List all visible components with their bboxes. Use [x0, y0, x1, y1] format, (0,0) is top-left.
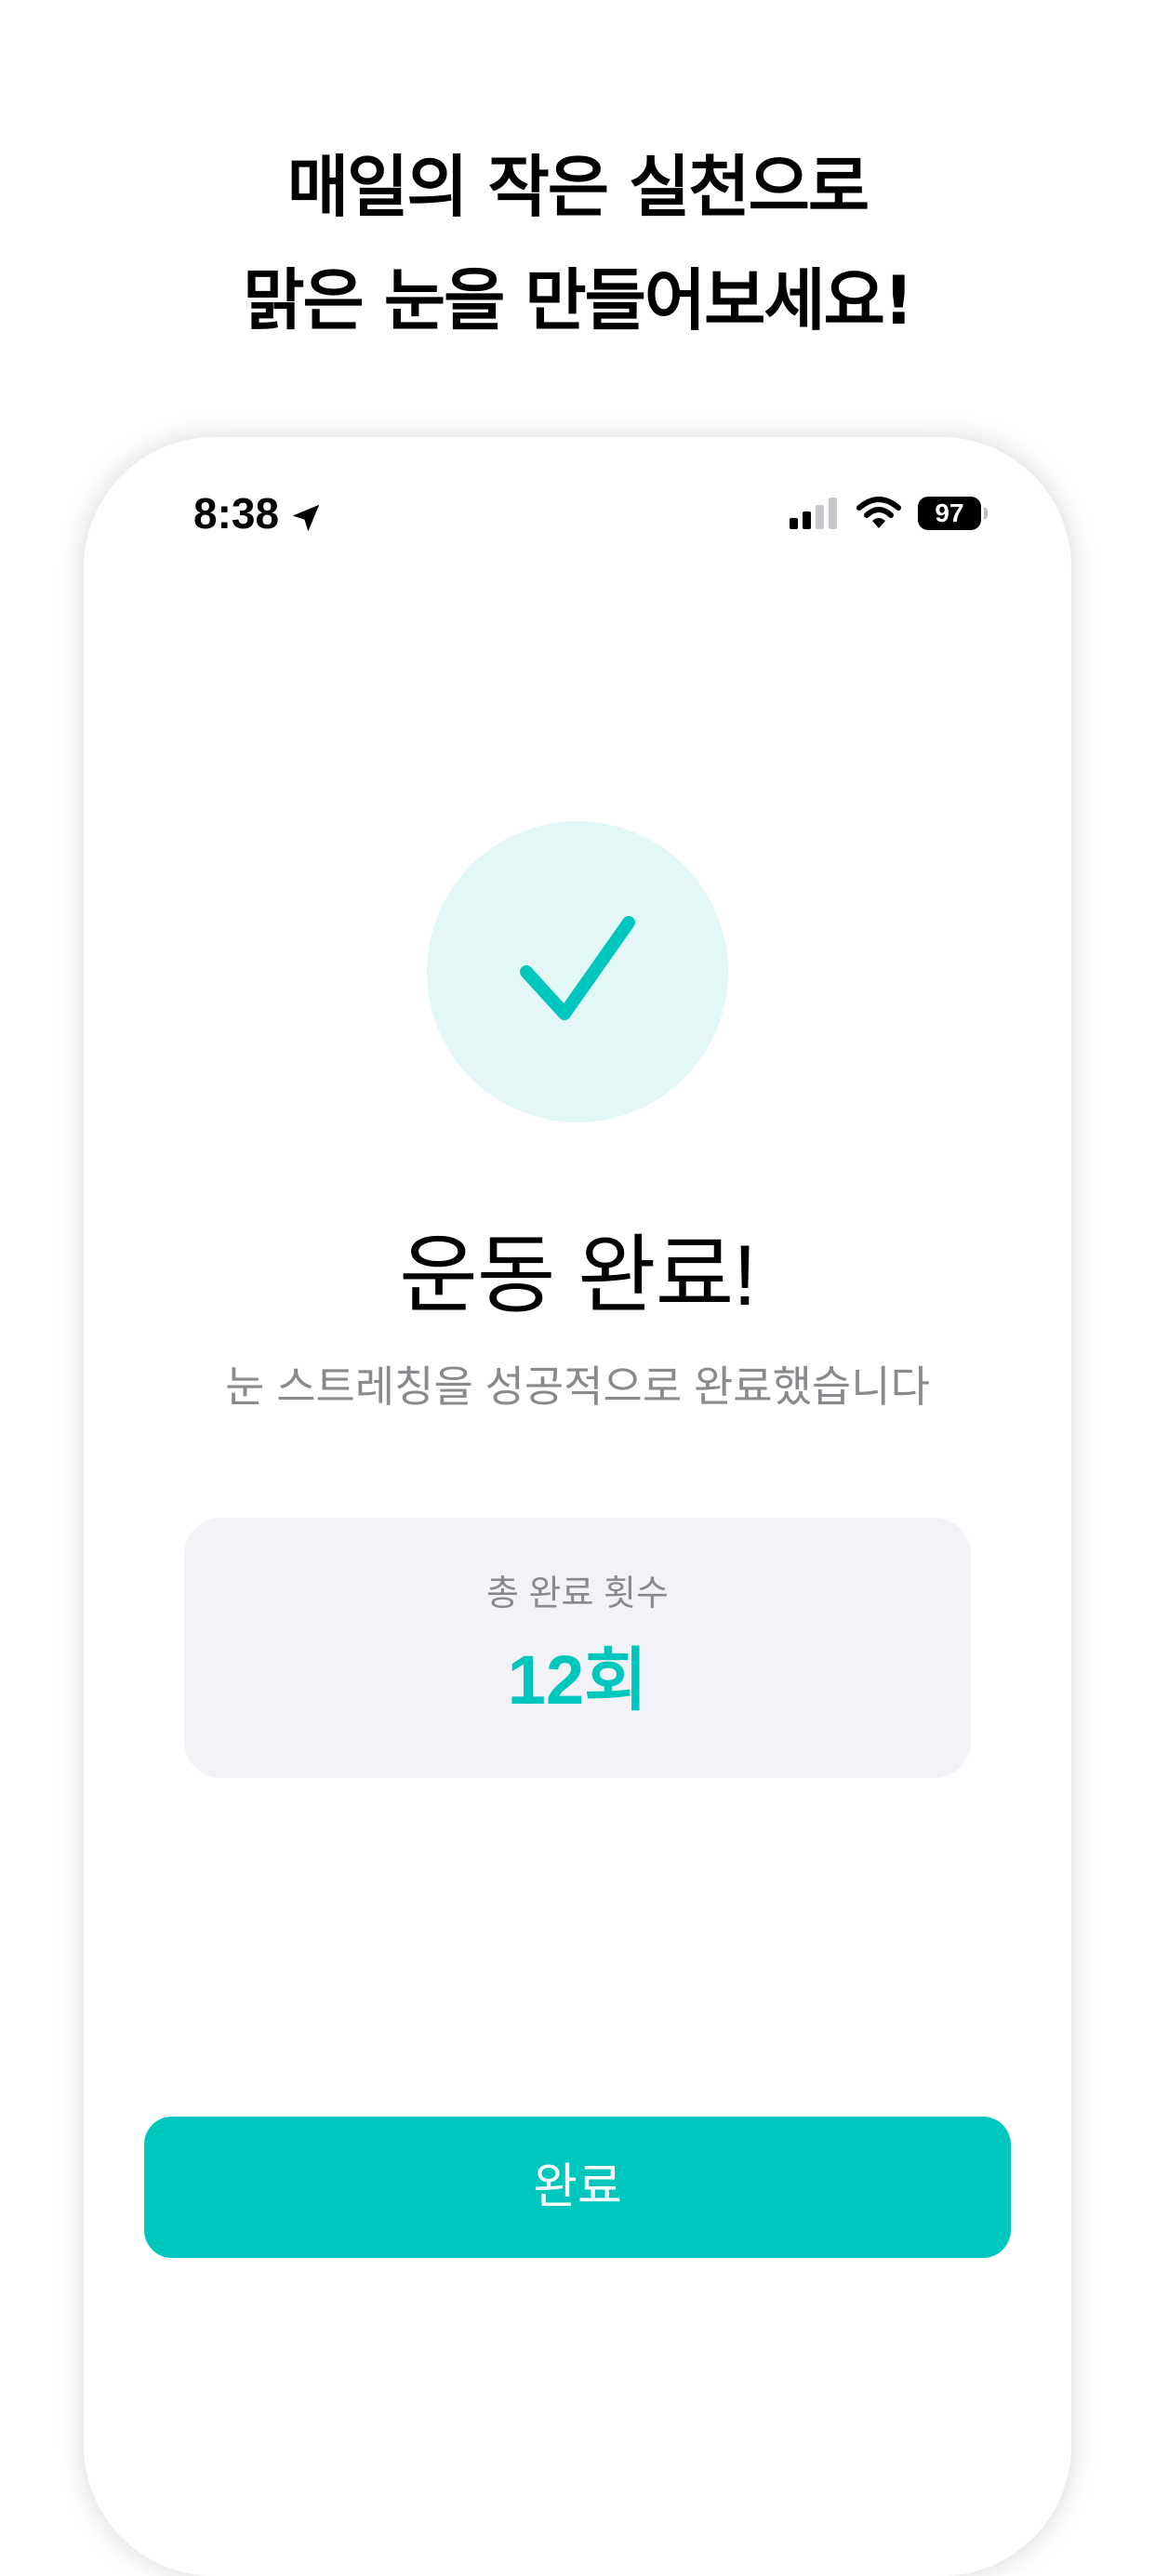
status-time: 8:38	[193, 489, 280, 538]
success-badge	[427, 821, 728, 1122]
battery-level: 97	[918, 497, 981, 530]
checkmark-icon	[520, 916, 635, 1020]
completion-count-card: 총 완료 횟수 12회	[184, 1518, 971, 1778]
status-time-group: 8:38	[193, 485, 324, 541]
completion-subtitle: 눈 스트레칭을 성공적으로 완료했습니다	[225, 1362, 930, 1411]
status-indicators: 97	[790, 485, 988, 541]
headline-line-2: 맑은 눈을 만들어보세요!	[243, 261, 913, 339]
phone-screen: 8:38 97 운동 완료! 눈 스트레칭을 성공적으로 완료했습니다 총 완료…	[84, 437, 1071, 2576]
completion-title: 운동 완료!	[399, 1228, 757, 1323]
wifi-icon	[856, 497, 901, 530]
complete-button[interactable]: 완료	[144, 2117, 1011, 2258]
cellular-signal-icon	[790, 498, 840, 529]
count-value: 12회	[507, 1641, 648, 1719]
marketing-headline: 매일의 작은 실천으로 맑은 눈을 만들어보세요!	[0, 130, 1155, 357]
status-bar: 8:38 97	[84, 485, 1071, 541]
headline-line-1: 매일의 작은 실천으로	[286, 148, 870, 226]
count-label: 총 완료 횟수	[486, 1574, 669, 1613]
battery-icon: 97	[918, 497, 988, 530]
battery-cap	[984, 508, 988, 519]
location-arrow-icon	[288, 496, 324, 532]
